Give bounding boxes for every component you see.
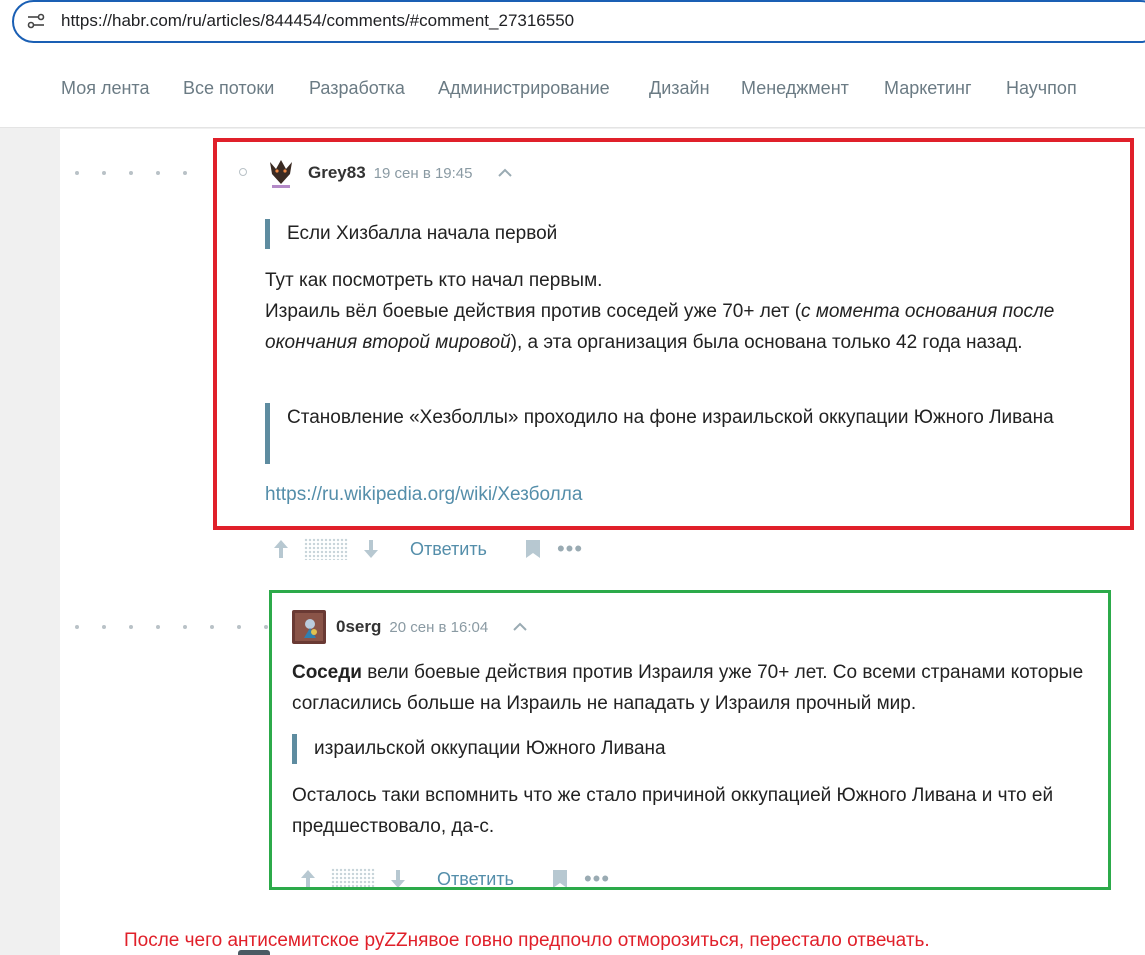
nav-development[interactable]: Разработка (309, 78, 405, 99)
nav-management[interactable]: Менеджмент (741, 78, 849, 99)
vote-score (304, 538, 348, 560)
more-icon[interactable]: ••• (557, 538, 583, 560)
site-settings-icon[interactable] (26, 13, 46, 29)
thread-indent-dots (75, 171, 195, 175)
floating-tab[interactable] (238, 950, 270, 955)
arrow-up-icon[interactable] (272, 538, 290, 560)
nav-administration[interactable]: Администрирование (438, 78, 610, 99)
nav-popsci[interactable]: Научпоп (1006, 78, 1077, 99)
nav-design[interactable]: Дизайн (649, 78, 710, 99)
highlight-box-green (269, 590, 1111, 890)
nav-my-feed[interactable]: Моя лента (61, 78, 149, 99)
browser-address-bar-area: https://habr.com/ru/articles/844454/comm… (0, 0, 1145, 48)
url-text[interactable]: https://habr.com/ru/articles/844454/comm… (61, 11, 574, 31)
arrow-down-icon[interactable] (362, 538, 380, 560)
nav-marketing[interactable]: Маркетинг (884, 78, 972, 99)
habr-nav: Моя лента Все потоки Разработка Админист… (0, 48, 1145, 128)
annotation-note: После чего антисемитское руZZнявое говно… (124, 930, 930, 951)
bookmark-icon[interactable] (525, 539, 541, 559)
reply-button[interactable]: Ответить (410, 539, 487, 560)
thread-indent-dots (75, 625, 275, 629)
comment-actions: Ответить ••• (272, 538, 583, 560)
nav-all-streams[interactable]: Все потоки (183, 78, 274, 99)
highlight-box-red (213, 138, 1134, 530)
